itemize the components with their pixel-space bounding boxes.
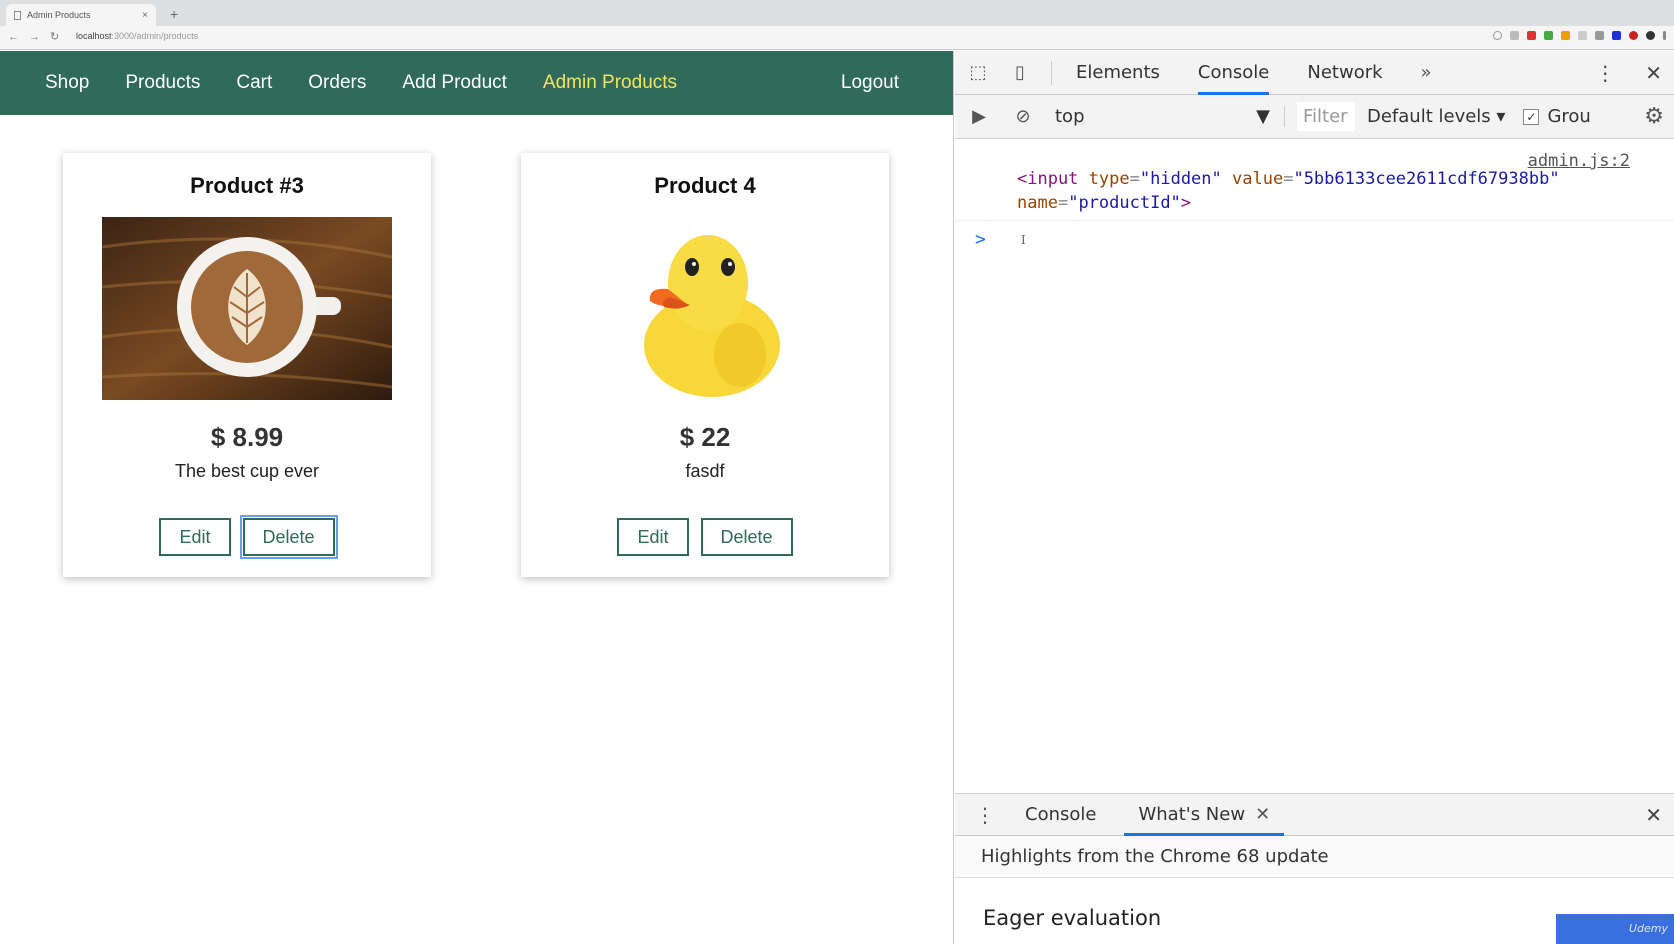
group-similar-checkbox[interactable]: ✓ [1523, 108, 1540, 125]
filter-input[interactable]: Filter [1297, 102, 1355, 131]
devtools-panel: ⬚ ▯ Elements Console Network » ⋮ ✕ ▶ ⊘ t… [955, 51, 1674, 944]
more-tabs-icon[interactable]: » [1421, 62, 1432, 83]
extension-icon[interactable] [1578, 31, 1587, 40]
zoom-icon[interactable] [1493, 31, 1502, 40]
close-tab-icon[interactable]: ✕ [1255, 804, 1270, 825]
extension-icon[interactable] [1629, 31, 1638, 40]
attr-value: "productId" [1068, 193, 1181, 213]
extension-icon[interactable] [1561, 31, 1570, 40]
close-tab-icon[interactable]: × [142, 10, 148, 21]
browser-tabstrip: Admin Products × + [0, 0, 1674, 26]
extension-icon[interactable] [1544, 31, 1553, 40]
product-title: Product #3 [190, 173, 304, 198]
whats-new-highlights: Highlights from the Chrome 68 update [955, 836, 1674, 878]
console-input[interactable]: I [1021, 233, 1026, 247]
extension-icons [1493, 31, 1666, 40]
browser-nav-icons[interactable]: ←→↻ [8, 30, 69, 43]
url-host: localhost [76, 31, 112, 41]
edit-button[interactable]: Edit [159, 518, 231, 556]
source-link[interactable]: admin.js:2 [1528, 149, 1630, 173]
drawer-tab-whats-new[interactable]: What's New ✕ [1124, 794, 1285, 836]
tag-open: <input [1017, 169, 1079, 189]
logged-element[interactable]: <input type="hidden" value="5bb6133cee26… [1017, 167, 1664, 215]
star-icon[interactable] [1510, 31, 1519, 40]
url-path: :3000/admin/products [111, 31, 199, 41]
inspect-element-icon[interactable]: ⬚ [967, 62, 989, 84]
tab-elements[interactable]: Elements [1076, 51, 1160, 95]
tab-console[interactable]: Console [1197, 51, 1270, 95]
nav-orders[interactable]: Orders [308, 72, 366, 94]
console-toolbar: ▶ ⊘ top ▼ Filter Default levels ▾ ✓ Grou… [955, 95, 1674, 139]
product-card: Product #3 $ 8.99 The best cup ever Edit… [63, 153, 431, 577]
product-actions: Edit Delete [63, 515, 431, 559]
attr-value: "hidden" [1139, 169, 1222, 189]
nav-add-product[interactable]: Add Product [402, 72, 507, 94]
nav-shop[interactable]: Shop [45, 72, 89, 94]
console-output: admin.js:2 <input type="hidden" value="5… [955, 139, 1674, 789]
group-similar-label: Grou [1547, 106, 1591, 127]
console-message: admin.js:2 <input type="hidden" value="5… [955, 139, 1674, 221]
url-field[interactable]: localhost:3000/admin/products [76, 31, 198, 41]
close-drawer-icon[interactable]: ✕ [1645, 803, 1662, 827]
tab-network[interactable]: Network [1307, 51, 1382, 95]
edit-button[interactable]: Edit [617, 518, 689, 556]
devtools-menu-icon[interactable]: ⋮ [1595, 61, 1615, 85]
sidebar-toggle-icon[interactable]: ▶ [967, 105, 991, 129]
log-levels-dropdown[interactable]: Default levels ▾ [1367, 106, 1505, 127]
page-viewport: Shop Products Cart Orders Add Product Ad… [0, 51, 954, 944]
product-actions: Edit Delete [521, 518, 889, 556]
gear-icon[interactable]: ⚙ [1644, 104, 1664, 129]
product-title: Product 4 [654, 173, 756, 198]
chevron-down-icon: ▼ [1256, 106, 1270, 127]
extension-icon[interactable] [1612, 31, 1621, 40]
delete-button[interactable]: Delete [239, 515, 338, 559]
main-nav: Shop Products Cart Orders Add Product Ad… [0, 51, 953, 115]
logout-button[interactable]: Logout [841, 72, 899, 94]
drawer-menu-icon[interactable]: ⋮ [975, 803, 995, 827]
product-card: Product 4 $ 22 fasdf Edit Delete [521, 153, 889, 577]
page-icon [14, 10, 21, 20]
browser-tab-title: Admin Products [27, 10, 91, 20]
new-tab-button[interactable]: + [170, 6, 178, 22]
nav-admin-products[interactable]: Admin Products [543, 72, 677, 94]
console-prompt-icon: > [975, 229, 986, 250]
context-selector[interactable]: top ▼ [1055, 106, 1285, 127]
product-price: $ 8.99 [210, 422, 284, 452]
log-levels-label: Default levels [1367, 106, 1491, 127]
rubber-duck-image [560, 217, 850, 400]
delete-button[interactable]: Delete [700, 518, 793, 556]
address-bar: ←→↻ localhost:3000/admin/products [0, 26, 1674, 50]
attr-name: type [1088, 169, 1130, 189]
context-value: top [1055, 106, 1085, 127]
browser-menu-icon[interactable] [1663, 31, 1666, 40]
attr-name: value [1232, 169, 1284, 189]
browser-tab[interactable]: Admin Products × [6, 4, 156, 26]
tag-close: > [1180, 193, 1192, 213]
clear-console-icon[interactable]: ⊘ [1011, 105, 1035, 129]
drawer-tabs: ⋮ Console What's New ✕ ✕ [955, 794, 1674, 836]
devtools-toolbar: ⬚ ▯ Elements Console Network » ⋮ ✕ [955, 51, 1674, 95]
attr-name: name [1017, 193, 1058, 213]
nav-products[interactable]: Products [125, 72, 200, 94]
close-devtools-icon[interactable]: ✕ [1645, 61, 1662, 85]
udemy-watermark: Udemy [1556, 914, 1674, 944]
device-toggle-icon[interactable]: ▯ [1009, 62, 1031, 84]
product-description: The best cup ever [174, 461, 320, 481]
product-price: $ 22 [679, 422, 731, 452]
profile-avatar[interactable] [1646, 31, 1655, 40]
nav-cart[interactable]: Cart [236, 72, 272, 94]
devtools-drawer: ⋮ Console What's New ✕ ✕ Highlights from … [955, 793, 1674, 944]
attr-value: "5bb6133cee2611cdf67938bb" [1293, 169, 1560, 189]
drawer-tab-console[interactable]: Console [1025, 794, 1096, 836]
extension-icon[interactable] [1527, 31, 1536, 40]
coffee-cup-image [102, 217, 392, 400]
extension-icon[interactable] [1595, 31, 1604, 40]
product-description: fasdf [685, 461, 725, 481]
drawer-tab-label: What's New [1138, 803, 1246, 825]
